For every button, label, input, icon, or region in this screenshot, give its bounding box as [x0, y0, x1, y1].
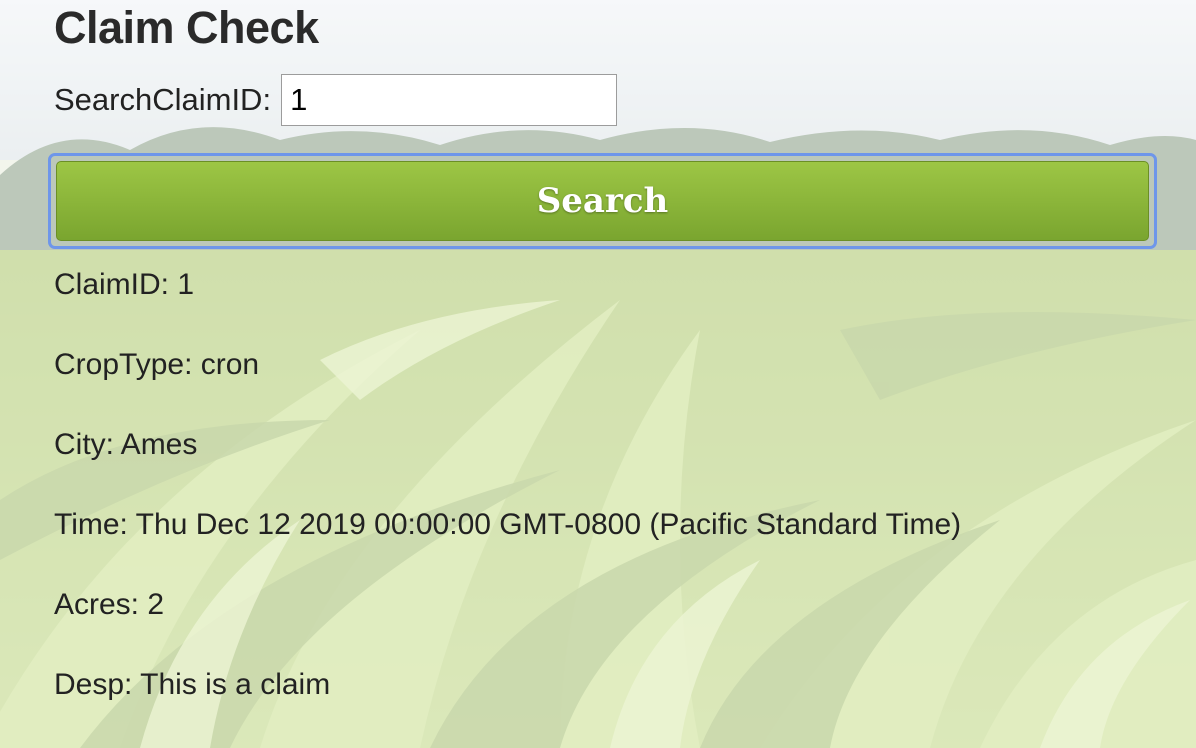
result-description: Desp: This is a claim [54, 668, 331, 701]
search-row: SearchClaimID: [54, 71, 618, 129]
search-claim-id-label: SearchClaimID: [54, 82, 272, 117]
search-claim-id-input[interactable] [281, 74, 618, 126]
claim-check-page: Claim Check SearchClaimID: Search ClaimI… [0, 0, 1196, 748]
result-acres: Acres: 2 [54, 588, 165, 621]
result-claim-id: ClaimID: 1 [54, 268, 195, 301]
result-city: City: Ames [54, 428, 198, 461]
search-button[interactable]: Search [56, 161, 1149, 241]
page-title: Claim Check [54, 2, 319, 53]
result-crop-type: CropType: cron [54, 348, 260, 381]
search-button-focus-ring: Search [48, 153, 1157, 249]
result-time: Time: Thu Dec 12 2019 00:00:00 GMT-0800 … [54, 508, 962, 541]
